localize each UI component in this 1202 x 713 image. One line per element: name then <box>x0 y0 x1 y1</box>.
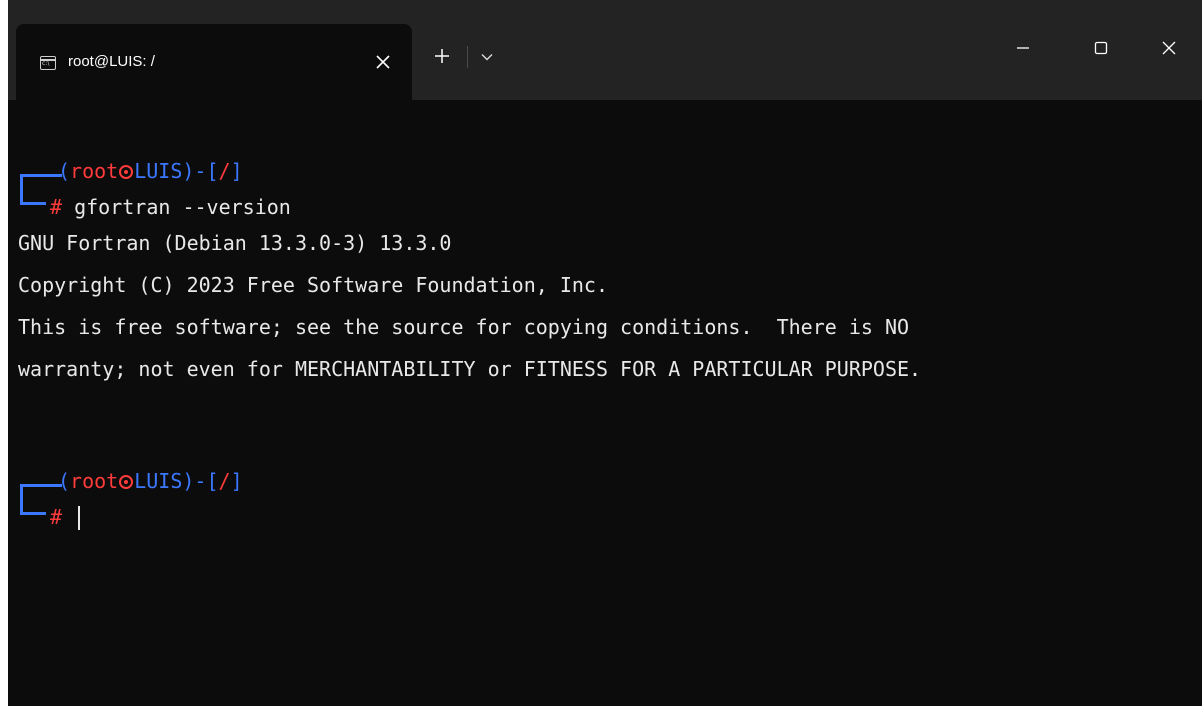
terminal-window: root@LUIS: / <box>8 0 1202 706</box>
prompt-symbol: # <box>50 505 63 529</box>
output-line: This is free software; see the source fo… <box>18 315 910 339</box>
output-line: Copyright (C) 2023 Free Software Foundat… <box>18 273 609 297</box>
prompt-close: )-[ <box>182 159 219 183</box>
prompt-path: / <box>218 159 231 183</box>
terminal-icon <box>40 56 56 70</box>
prompt-symbol: # <box>50 195 63 219</box>
title-bar: root@LUIS: / <box>8 0 1202 100</box>
tab-dropdown-button[interactable] <box>474 44 500 70</box>
skull-icon <box>119 165 134 179</box>
maximize-button[interactable] <box>1078 28 1124 68</box>
command-line: # gfortran --version <box>50 194 291 220</box>
chevron-down-icon <box>481 54 493 61</box>
prompt-open: ( <box>58 469 71 493</box>
close-icon <box>376 55 390 69</box>
minimize-icon <box>1017 47 1029 49</box>
skull-icon <box>119 475 134 489</box>
prompt-open: ( <box>58 159 71 183</box>
plus-icon <box>435 49 449 63</box>
prompt-host: LUIS <box>134 159 183 183</box>
prompt-user: root <box>70 159 119 183</box>
minimize-button[interactable] <box>1000 28 1046 68</box>
output-line: warranty; not even for MERCHANTABILITY o… <box>18 357 922 381</box>
prompt-line: (root LUIS)-[/] <box>58 468 243 494</box>
prompt-user: root <box>70 469 119 493</box>
prompt-end: ] <box>230 469 243 493</box>
prompt-host: LUIS <box>134 469 183 493</box>
prompt-bracket-bottom <box>20 188 46 205</box>
terminal-area[interactable]: (root LUIS)-[/] # gfortran --version GNU … <box>8 100 1202 706</box>
command-line: # <box>50 504 62 530</box>
text-cursor <box>78 506 80 530</box>
maximize-icon <box>1094 41 1108 55</box>
tab-root-luis[interactable]: root@LUIS: / <box>16 24 412 100</box>
output-line: GNU Fortran (Debian 13.3.0-3) 13.3.0 <box>18 231 452 255</box>
prompt-end: ] <box>230 159 243 183</box>
prompt-line: (root LUIS)-[/] <box>58 158 243 184</box>
tab-title: root@LUIS: / <box>68 53 155 70</box>
close-window-button[interactable] <box>1146 28 1192 68</box>
tab-close-button[interactable] <box>369 48 397 76</box>
prompt-close: )-[ <box>182 469 219 493</box>
close-icon <box>1162 41 1176 55</box>
command-text: gfortran --version <box>62 195 291 219</box>
tab-separator <box>467 46 468 68</box>
prompt-path: / <box>218 469 231 493</box>
new-tab-button[interactable] <box>428 42 456 70</box>
prompt-bracket-bottom <box>20 498 46 515</box>
